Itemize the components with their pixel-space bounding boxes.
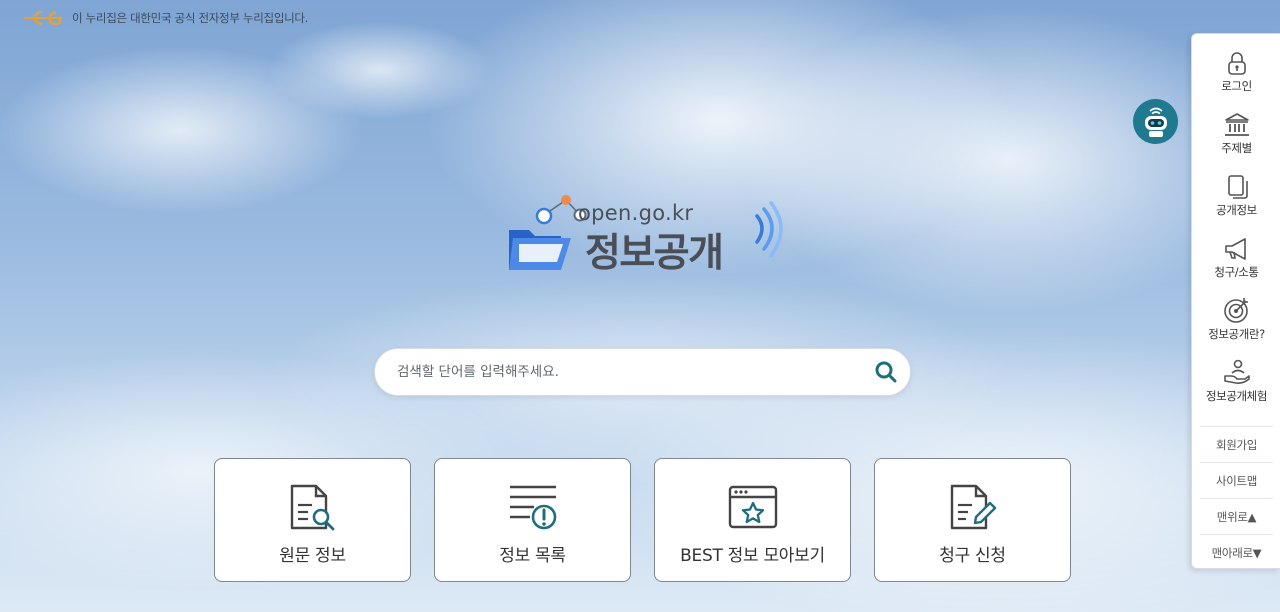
search-button[interactable]: [862, 349, 910, 395]
quick-item-label: 로그인: [1221, 79, 1252, 93]
quick-item-label: 공개정보: [1216, 203, 1257, 217]
quick-request-communicate[interactable]: 청구/소통: [1192, 236, 1280, 280]
list-alert-icon: [509, 485, 556, 530]
target-icon: [1223, 298, 1248, 323]
lock-icon: [1227, 52, 1246, 75]
card-label: BEST 정보 모아보기: [680, 546, 825, 566]
quick-item-label: 주제별: [1221, 141, 1252, 155]
robot-icon: [1144, 107, 1167, 137]
card-original-info[interactable]: 원문 정보: [214, 458, 411, 582]
quick-to-top[interactable]: 맨위로▲: [1200, 498, 1273, 534]
quick-to-bottom[interactable]: 맨아래로▼: [1200, 534, 1273, 570]
egov-logo-icon: [24, 10, 62, 26]
gov-banner-text: 이 누리집은 대한민국 공식 전자정부 누리집입니다.: [72, 11, 309, 25]
window-star-icon: [728, 485, 777, 529]
quick-what-is[interactable]: 정보공개란?: [1192, 296, 1280, 342]
document-edit-icon: [950, 484, 996, 530]
document-search-icon: [290, 484, 334, 531]
hand-person-icon: [1223, 359, 1250, 384]
quick-sitemap[interactable]: 사이트맵: [1200, 462, 1273, 498]
quick-public-info[interactable]: 공개정보: [1192, 174, 1280, 218]
card-label: 청구 신청: [939, 546, 1006, 566]
card-best-info[interactable]: BEST 정보 모아보기: [654, 458, 851, 582]
search-icon: [875, 361, 897, 383]
building-icon: [1224, 113, 1249, 136]
quick-item-label: 청구/소통: [1214, 265, 1259, 279]
quick-by-topic[interactable]: 주제별: [1192, 112, 1280, 156]
quick-login[interactable]: 로그인: [1192, 50, 1280, 94]
card-request-apply[interactable]: 청구 신청: [874, 458, 1071, 582]
search-bar: [374, 348, 911, 396]
quick-experience[interactable]: 정보공개체험: [1192, 358, 1280, 404]
quick-sign-up[interactable]: 회원가입: [1200, 426, 1273, 462]
site-logo[interactable]: open.go.kr 정보공개: [505, 192, 785, 282]
card-label: 원문 정보: [279, 546, 346, 566]
chatbot-button[interactable]: [1133, 99, 1178, 144]
card-label: 정보 목록: [499, 546, 566, 566]
card-info-list[interactable]: 정보 목록: [434, 458, 631, 582]
quick-menu: 로그인 주제별 공개정보 청구/소통 정보공개란? 정보공개체험 회원가입 사이…: [1191, 33, 1280, 569]
copy-icon: [1227, 175, 1248, 199]
search-input[interactable]: [375, 364, 862, 380]
site-title: 정보공개: [585, 231, 724, 276]
quick-item-label: 정보공개체험: [1205, 389, 1268, 403]
gov-banner: 이 누리집은 대한민국 공식 전자정부 누리집입니다.: [22, 8, 308, 28]
megaphone-icon: [1224, 238, 1246, 260]
quick-item-label: 정보공개란?: [1208, 327, 1265, 341]
